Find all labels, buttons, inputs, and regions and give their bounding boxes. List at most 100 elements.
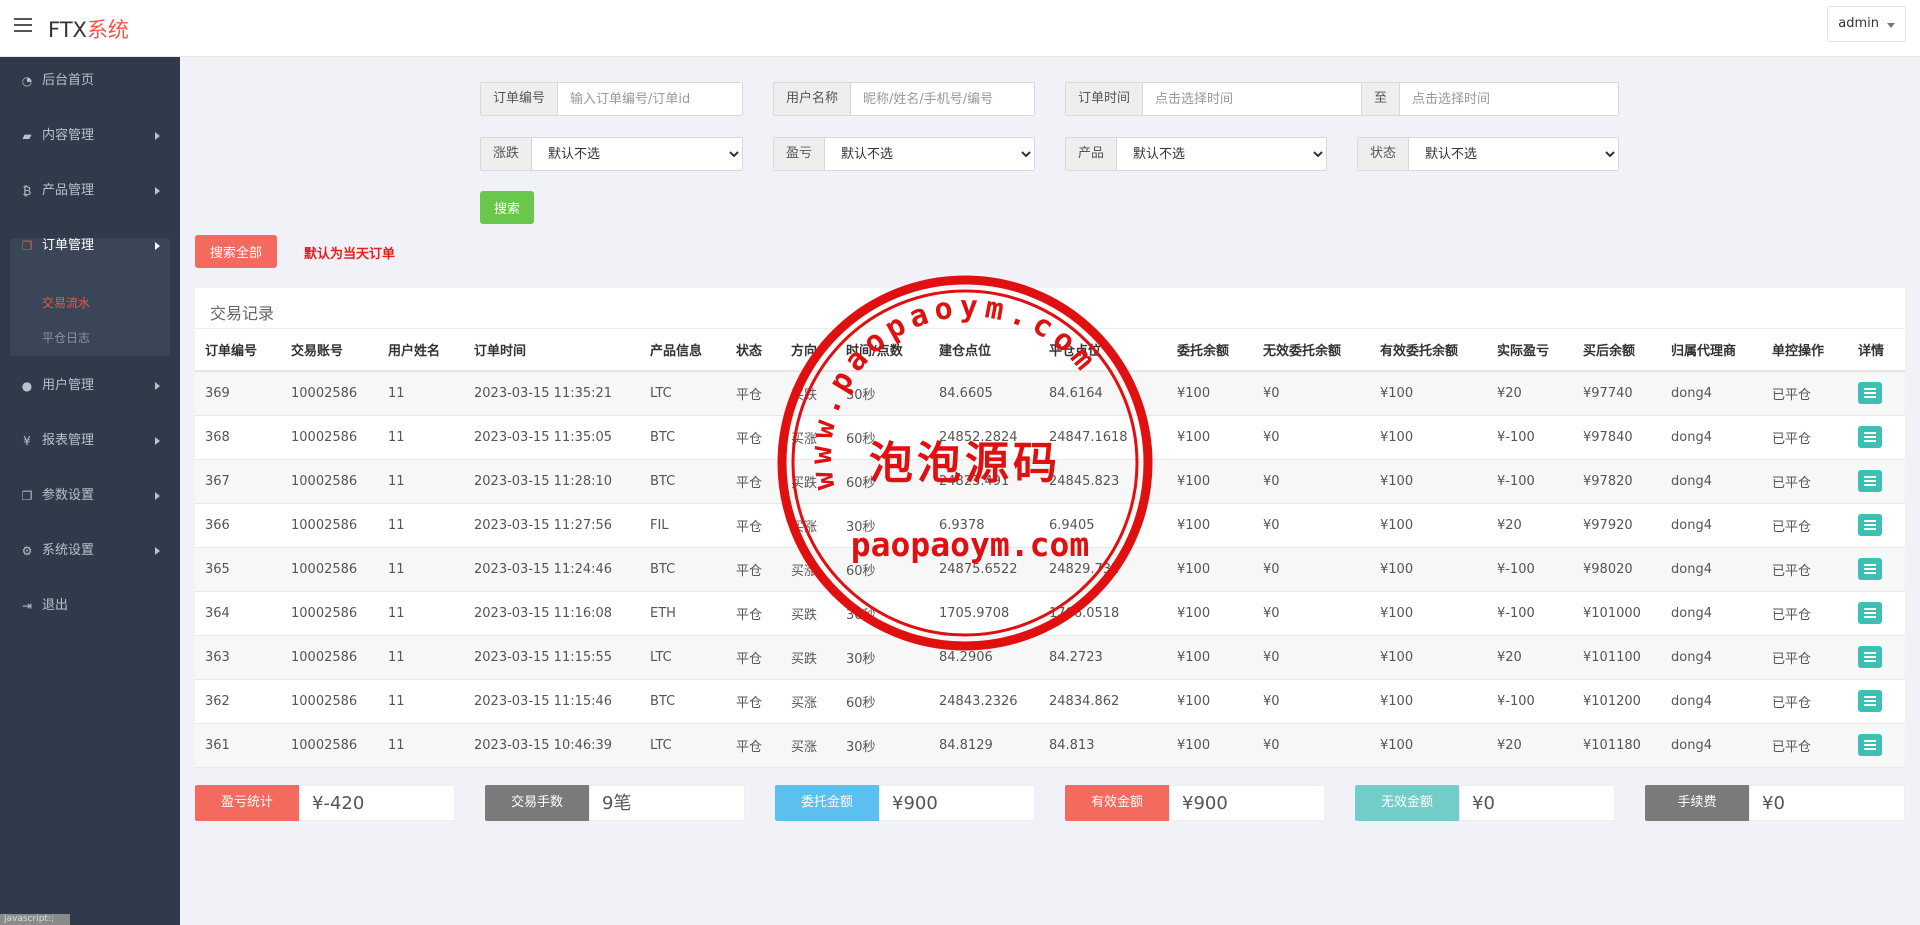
cell-pnl: ¥20: [1487, 635, 1573, 680]
cell-pnl: ¥20: [1487, 723, 1573, 768]
cell-invalid: ¥0: [1253, 679, 1370, 724]
sidebar-item-products[interactable]: ₿ 产品管理: [10, 169, 170, 213]
cell-close: 84.2723: [1039, 635, 1167, 680]
detail-icon[interactable]: [1858, 734, 1882, 756]
detail-icon[interactable]: [1858, 382, 1882, 405]
cell-close: 84.813: [1039, 723, 1167, 768]
end-time-input[interactable]: [1400, 83, 1618, 115]
detail-icon[interactable]: [1858, 426, 1882, 448]
rise-fall-filter: 涨跌 默认不选: [480, 137, 743, 171]
start-time-input[interactable]: [1143, 83, 1361, 115]
sidebar-item-system[interactable]: ⚙ 系统设置: [10, 529, 170, 573]
table-row[interactable]: 364 10002586 11 2023-03-15 11:16:08 ETH 平仓 买跌 3…: [195, 591, 1905, 636]
cell-balance: ¥101100: [1573, 635, 1661, 680]
detail-icon[interactable]: [1858, 602, 1882, 624]
cell-status: 平仓: [726, 415, 781, 460]
table-row[interactable]: 367 10002586 11 2023-03-15 11:28:10 BTC 平仓 买跌 6…: [195, 459, 1905, 504]
cell-product: BTC: [640, 547, 726, 592]
cell-open: 1705.9708: [929, 591, 1039, 636]
cell-duration: 30秒: [836, 723, 929, 768]
cell-agent: dong4: [1661, 459, 1762, 504]
cell-account: 10002586: [281, 415, 378, 460]
user-dropdown[interactable]: admin: [1827, 6, 1906, 42]
cell-close: 84.6164: [1039, 371, 1167, 416]
sidebar-item-logout[interactable]: ⇥ 退出: [10, 584, 170, 628]
order-no-input[interactable]: [558, 83, 742, 115]
search-button[interactable]: 搜索: [480, 191, 534, 224]
detail-icon[interactable]: [1858, 514, 1882, 536]
cell-time: 2023-03-15 11:16:08: [464, 591, 640, 636]
table-row[interactable]: 366 10002586 11 2023-03-15 11:27:56 FIL 平仓 买涨 3…: [195, 503, 1905, 548]
cell-name: 11: [378, 547, 464, 592]
sidebar-item-dashboard[interactable]: ◔ 后台首页: [10, 59, 170, 103]
cell-entrust: ¥100: [1167, 371, 1253, 416]
rise-fall-select[interactable]: 默认不选: [532, 138, 742, 170]
cell-product: ETH: [640, 591, 726, 636]
cell-direction: 买涨: [781, 679, 836, 724]
product-select[interactable]: 默认不选: [1117, 138, 1326, 170]
cell-valid: ¥100: [1370, 459, 1487, 504]
cell-op: 已平仓: [1762, 723, 1848, 768]
cell-detail: [1848, 723, 1905, 768]
cell-name: 11: [378, 415, 464, 460]
chevron-right-icon: [155, 187, 160, 195]
profit-loss-filter: 盈亏 默认不选: [773, 137, 1035, 171]
cell-time: 2023-03-15 11:35:05: [464, 415, 640, 460]
cell-agent: dong4: [1661, 503, 1762, 548]
cell-direction: 买跌: [781, 371, 836, 416]
sidebar-item-params[interactable]: ❐ 参数设置: [10, 474, 170, 518]
sidebar-subitem-close-log[interactable]: 平仓日志: [42, 329, 90, 346]
cell-account: 10002586: [281, 679, 378, 724]
menu-toggle-icon[interactable]: [14, 18, 32, 34]
table-row[interactable]: 363 10002586 11 2023-03-15 11:15:55 LTC 平仓 买跌 3…: [195, 635, 1905, 680]
user-name-input[interactable]: [851, 83, 1034, 115]
cell-id: 361: [195, 723, 281, 768]
table-row[interactable]: 361 10002586 11 2023-03-15 10:46:39 LTC 平仓 买涨 3…: [195, 723, 1905, 768]
panel-title: 交易记录: [210, 304, 275, 323]
summary-value: ¥900: [1169, 785, 1325, 821]
profit-loss-select[interactable]: 默认不选: [825, 138, 1034, 170]
sidebar-subitem-trades[interactable]: 交易流水: [42, 294, 90, 311]
status-filter: 状态 默认不选: [1357, 137, 1619, 171]
cell-product: LTC: [640, 371, 726, 416]
search-all-button[interactable]: 搜索全部: [195, 235, 277, 268]
table-row[interactable]: 365 10002586 11 2023-03-15 11:24:46 BTC 平仓 买涨 6…: [195, 547, 1905, 592]
cell-time: 2023-03-15 11:35:21: [464, 371, 640, 416]
dashboard-icon: ◔: [21, 74, 33, 88]
column-header: 买后余额: [1573, 329, 1661, 372]
cell-duration: 60秒: [836, 547, 929, 592]
cell-pnl: ¥-100: [1487, 679, 1573, 724]
summary-label: 交易手数: [485, 785, 589, 821]
sidebar-item-content[interactable]: ▰ 内容管理: [10, 114, 170, 158]
detail-icon[interactable]: [1858, 558, 1882, 580]
cell-status: 平仓: [726, 591, 781, 636]
sidebar-item-orders[interactable]: ❐ 订单管理: [10, 224, 170, 268]
cell-status: 平仓: [726, 723, 781, 768]
cell-id: 362: [195, 679, 281, 724]
product-filter: 产品 默认不选: [1065, 137, 1327, 171]
detail-icon[interactable]: [1858, 690, 1882, 712]
cell-direction: 买涨: [781, 723, 836, 768]
status-select[interactable]: 默认不选: [1409, 138, 1618, 170]
cell-agent: dong4: [1661, 591, 1762, 636]
detail-icon[interactable]: [1858, 470, 1882, 492]
sidebar-item-users[interactable]: ● 用户管理: [10, 364, 170, 408]
detail-icon[interactable]: [1858, 646, 1882, 668]
table-row[interactable]: 362 10002586 11 2023-03-15 11:15:46 BTC 平仓 买涨 6…: [195, 679, 1905, 724]
chevron-right-icon: [155, 547, 160, 555]
column-header: 方向: [781, 329, 836, 372]
table-row[interactable]: 369 10002586 11 2023-03-15 11:35:21 LTC 平仓 买跌 3…: [195, 371, 1905, 416]
cell-close: 1706.0518: [1039, 591, 1167, 636]
cell-detail: [1848, 459, 1905, 504]
sidebar-item-reports[interactable]: ¥ 报表管理: [10, 419, 170, 463]
cell-valid: ¥100: [1370, 503, 1487, 548]
sidebar: ◔ 后台首页 ▰ 内容管理 ₿ 产品管理 ❐ 订单管理 交易流水 平仓日志 ● 用户管理 …: [0, 57, 180, 925]
cell-duration: 60秒: [836, 679, 929, 724]
column-header: 单控操作: [1762, 329, 1848, 372]
cell-id: 366: [195, 503, 281, 548]
cell-direction: 买跌: [781, 459, 836, 504]
cell-open: 84.6605: [929, 371, 1039, 416]
column-header: 无效委托余额: [1253, 329, 1370, 372]
summary-value: ¥900: [879, 785, 1035, 821]
table-row[interactable]: 368 10002586 11 2023-03-15 11:35:05 BTC 平仓 买涨 6…: [195, 415, 1905, 460]
